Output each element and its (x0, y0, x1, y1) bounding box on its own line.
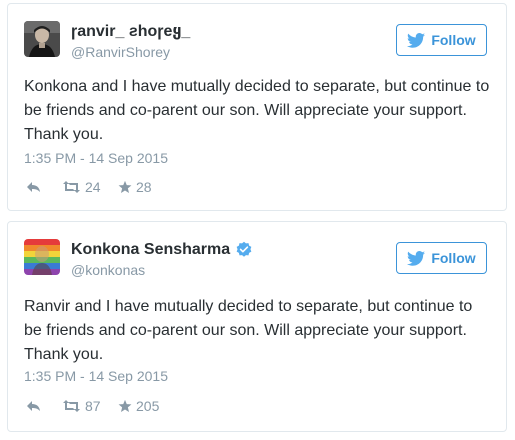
twitter-bird-icon (407, 250, 426, 266)
favorite-count: 205 (136, 398, 160, 414)
retweet-icon (63, 181, 80, 193)
favorite-button[interactable]: 28 (118, 179, 178, 195)
verified-badge-icon (236, 241, 252, 257)
retweet-button[interactable]: 87 (62, 398, 118, 414)
tweet-card-konkona: Konkona Sensharma @konkonas Follow Ranvi… (7, 221, 507, 432)
reply-icon (27, 182, 40, 192)
avatar[interactable] (24, 21, 60, 57)
retweet-button[interactable]: 24 (62, 179, 118, 195)
avatar[interactable] (24, 239, 60, 275)
reply-button[interactable] (26, 181, 62, 193)
follow-button[interactable]: Follow (396, 242, 487, 274)
tweet-embed-page: ɼanvir_ ƨhoɼeყ_ @RanvirShorey Follow Kon… (0, 0, 515, 440)
tweet-timestamp[interactable]: 1:35 PM - 14 Sep 2015 (24, 150, 168, 166)
star-icon (118, 180, 132, 194)
tweet-actions: 24 28 (26, 179, 178, 195)
retweet-count: 24 (85, 179, 101, 195)
follow-label: Follow (431, 250, 476, 266)
star-icon (118, 399, 132, 413)
user-handle[interactable]: @RanvirShorey (71, 44, 170, 60)
favorite-count: 28 (136, 179, 152, 195)
author-name-row: ɼanvir_ ƨhoɼeყ_ (71, 23, 190, 41)
reply-icon (27, 401, 40, 411)
tweet-actions: 87 205 (26, 398, 178, 414)
twitter-bird-icon (407, 32, 426, 48)
display-name[interactable]: Konkona Sensharma (71, 241, 230, 259)
retweet-icon (63, 400, 80, 412)
tweet-text: Ranvir and I have mutually decided to se… (24, 298, 473, 363)
retweet-count: 87 (85, 398, 101, 414)
tweet-text: Konkona and I have mutually decided to s… (24, 78, 490, 143)
display-name[interactable]: ɼanvir_ ƨhoɼeყ_ (71, 23, 190, 41)
tweet-card-ranvir: ɼanvir_ ƨhoɼeყ_ @RanvirShorey Follow Kon… (7, 3, 507, 211)
follow-label: Follow (431, 32, 476, 48)
user-handle[interactable]: @konkonas (71, 262, 145, 278)
favorite-button[interactable]: 205 (118, 398, 178, 414)
tweet-timestamp[interactable]: 1:35 PM - 14 Sep 2015 (24, 368, 168, 384)
author-name-row: Konkona Sensharma (71, 241, 253, 259)
reply-button[interactable] (26, 400, 62, 412)
follow-button[interactable]: Follow (396, 24, 487, 56)
